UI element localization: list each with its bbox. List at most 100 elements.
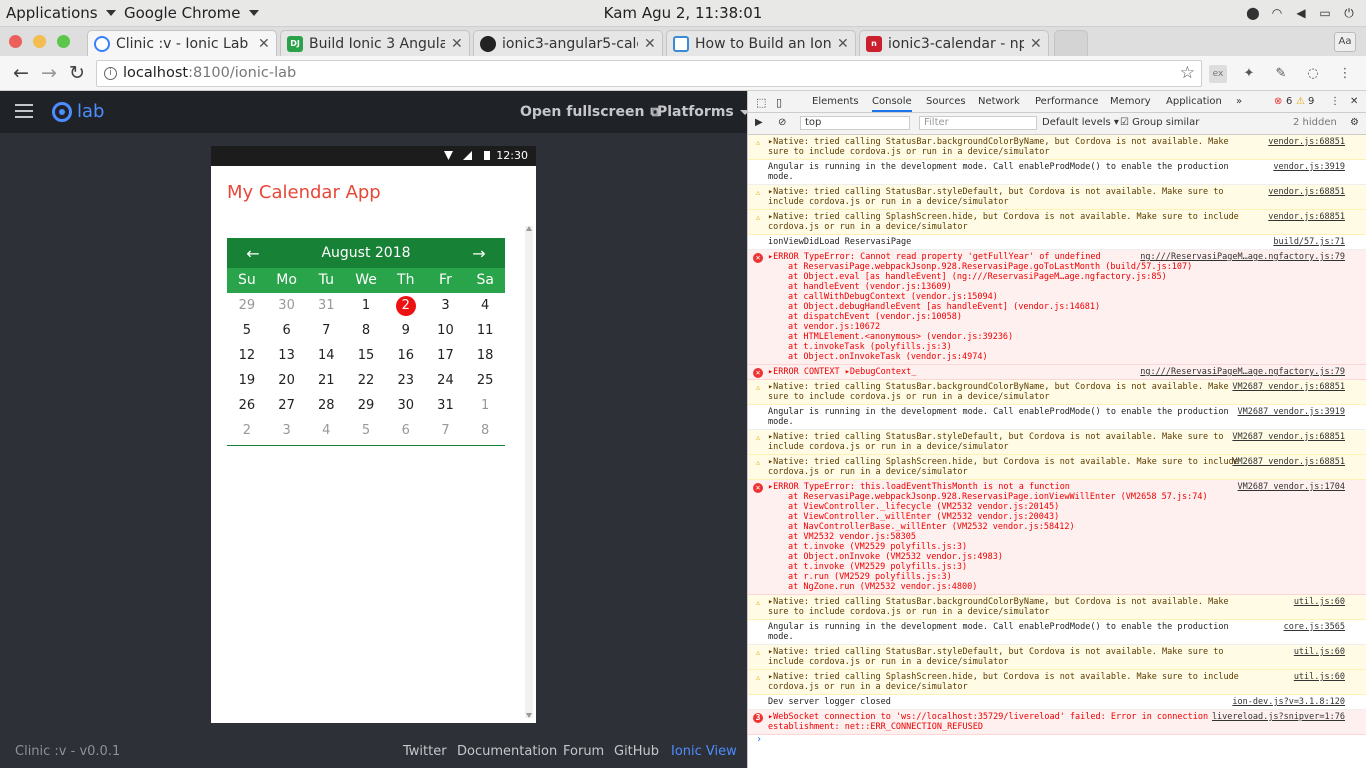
stack-trace-line[interactable]: at NavControllerBase._willEnter (VM2532 … bbox=[768, 522, 1243, 532]
console-message[interactable]: ⚠ ▸Native: tried calling StatusBar.styleD… bbox=[748, 645, 1366, 670]
info-icon[interactable]: i bbox=[104, 67, 117, 80]
stack-trace-line[interactable]: at Object.onInvoke (VM2532 vendor.js:498… bbox=[768, 552, 1243, 562]
console-source-link[interactable]: vendor.js:68851 bbox=[1268, 212, 1345, 222]
calendar-day[interactable]: 11 bbox=[465, 318, 505, 343]
eyedropper-icon[interactable]: ✎ bbox=[1272, 65, 1290, 83]
console-source-link[interactable]: util.js:60 bbox=[1294, 647, 1345, 657]
console-message[interactable]: 3 ▸WebSocket connection to 'ws://localhos… bbox=[748, 710, 1366, 735]
stack-trace-line[interactable]: at ReservasiPage.webpackJsonp.928.Reserv… bbox=[768, 262, 1243, 272]
clock[interactable]: Kam Agu 2, 11:38:01 bbox=[604, 4, 763, 22]
calendar-day[interactable]: 24 bbox=[426, 368, 466, 393]
console-message[interactable]: ✕ ▸ERROR TypeError: this.loadEventThisMon… bbox=[748, 480, 1366, 595]
tab-djamware[interactable]: DJ Build Ionic 3 Angular ✕ bbox=[280, 30, 470, 56]
open-fullscreen-button[interactable]: Open fullscreen ⧉ bbox=[520, 104, 660, 120]
console-source-link[interactable]: VM2687 vendor.js:68851 bbox=[1232, 382, 1345, 392]
console-message[interactable]: ⚠ ▸Native: tried calling StatusBar.backgr… bbox=[748, 595, 1366, 620]
reload-icon[interactable]: ↻ bbox=[66, 62, 88, 84]
calendar-day[interactable]: 13 bbox=[267, 343, 307, 368]
calendar-day[interactable]: 9 bbox=[386, 318, 426, 343]
levels-dropdown[interactable]: Default levels ▾ bbox=[1042, 117, 1119, 128]
calendar-day[interactable]: 29 bbox=[227, 293, 267, 318]
calendar-day[interactable]: 29 bbox=[346, 393, 386, 418]
menu-dots-icon[interactable]: ⋮ bbox=[1336, 65, 1354, 83]
platforms-dropdown[interactable]: Platforms bbox=[657, 104, 750, 120]
stack-trace-line[interactable]: at ViewController._lifecycle (VM2532 ven… bbox=[768, 502, 1243, 512]
calendar-day[interactable]: 12 bbox=[227, 343, 267, 368]
tab-network[interactable]: Network bbox=[978, 96, 1020, 107]
calendar-day[interactable]: 5 bbox=[346, 418, 386, 443]
window-close-button[interactable] bbox=[9, 35, 22, 48]
calendar-day[interactable]: 19 bbox=[227, 368, 267, 393]
footer-link-twitter[interactable]: Twitter bbox=[403, 744, 447, 759]
console-source-link[interactable]: util.js:60 bbox=[1294, 672, 1345, 682]
error-count-icon[interactable]: ⊗ bbox=[1274, 96, 1282, 107]
console-log[interactable]: ⚠ ▸Native: tried calling StatusBar.backgr… bbox=[748, 135, 1366, 768]
stack-trace-line[interactable]: at NgZone.run (VM2532 vendor.js:4800) bbox=[768, 582, 1243, 592]
footer-link-github[interactable]: GitHub bbox=[614, 744, 659, 759]
console-message[interactable]: ⚠ ▸Native: tried calling StatusBar.backgr… bbox=[748, 380, 1366, 405]
tab-sources[interactable]: Sources bbox=[926, 96, 966, 107]
next-month-button[interactable]: → bbox=[469, 244, 489, 263]
window-maximize-button[interactable] bbox=[57, 35, 70, 48]
calendar-day[interactable]: 3 bbox=[267, 418, 307, 443]
angular-extension-icon[interactable]: ✦ bbox=[1240, 65, 1258, 83]
calendar-day[interactable]: 30 bbox=[267, 293, 307, 318]
console-message[interactable]: ⚠ ▸Native: tried calling SplashScreen.hid… bbox=[748, 455, 1366, 480]
menu-icon[interactable] bbox=[15, 104, 33, 118]
power-icon[interactable]: ⏻ bbox=[1342, 6, 1356, 20]
calendar-day[interactable]: 10 bbox=[426, 318, 466, 343]
stack-trace-line[interactable]: at t.invokeTask (polyfills.js:3) bbox=[768, 342, 1243, 352]
stack-trace-line[interactable]: at Object.debugHandleEvent [as handleEve… bbox=[768, 302, 1243, 312]
applications-menu[interactable]: Applications bbox=[6, 4, 116, 22]
console-message[interactable]: Dev server logger closed ion-dev.js?v=3.1… bbox=[748, 695, 1366, 710]
calendar-day[interactable]: 4 bbox=[465, 293, 505, 318]
tab-memory[interactable]: Memory bbox=[1110, 96, 1151, 107]
stack-trace-line[interactable]: at HTMLElement.<anonymous> (vendor.js:39… bbox=[768, 332, 1243, 342]
calendar-day[interactable]: 8 bbox=[346, 318, 386, 343]
device-toggle-icon[interactable]: ▯ bbox=[776, 96, 782, 109]
console-source-link[interactable]: VM2687 vendor.js:3919 bbox=[1238, 407, 1345, 417]
close-icon[interactable]: ✕ bbox=[837, 36, 849, 52]
profile-icon[interactable]: Aa bbox=[1334, 32, 1356, 52]
wifi-icon[interactable]: ◠ bbox=[1270, 6, 1284, 20]
console-source-link[interactable]: core.js:3565 bbox=[1284, 622, 1345, 632]
stack-trace-line[interactable]: at Object.eval [as handleEvent] (ng:///R… bbox=[768, 272, 1243, 282]
back-arrow-icon[interactable]: ← bbox=[10, 62, 32, 84]
devtools-menu-icon[interactable]: ⋮ bbox=[1330, 96, 1340, 107]
console-source-link[interactable]: vendor.js:68851 bbox=[1268, 137, 1345, 147]
more-tabs-icon[interactable]: » bbox=[1236, 96, 1242, 107]
stack-trace-line[interactable]: at ViewController._willEnter (VM2532 ven… bbox=[768, 512, 1243, 522]
calendar-day[interactable]: 18 bbox=[465, 343, 505, 368]
stack-trace-line[interactable]: at vendor.js:10672 bbox=[768, 322, 1243, 332]
console-message[interactable]: Angular is running in the development mo… bbox=[748, 405, 1366, 430]
calendar-day[interactable]: 2 bbox=[386, 293, 426, 318]
footer-link-ionic-view[interactable]: Ionic View bbox=[671, 744, 737, 759]
tab-npm[interactable]: n ionic3-calendar - npm ✕ bbox=[859, 30, 1049, 56]
console-source-link[interactable]: vendor.js:3919 bbox=[1273, 162, 1345, 172]
calendar-day[interactable]: 16 bbox=[386, 343, 426, 368]
stack-trace-line[interactable]: at callWithDebugContext (vendor.js:15094… bbox=[768, 292, 1243, 302]
calendar-day[interactable]: 14 bbox=[306, 343, 346, 368]
calendar-day[interactable]: 31 bbox=[306, 293, 346, 318]
forward-arrow-icon[interactable]: → bbox=[38, 62, 60, 84]
calendar-day[interactable]: 20 bbox=[267, 368, 307, 393]
console-message[interactable]: Angular is running in the development mo… bbox=[748, 160, 1366, 185]
inspect-icon[interactable]: ⬚ bbox=[756, 96, 766, 109]
console-source-link[interactable]: VM2687 vendor.js:68851 bbox=[1232, 432, 1345, 442]
context-select[interactable]: top bbox=[800, 116, 910, 130]
window-minimize-button[interactable] bbox=[33, 35, 46, 48]
scrollbar[interactable] bbox=[525, 226, 533, 718]
tab-ionic-lab[interactable]: Clinic :v - Ionic Lab ✕ bbox=[87, 30, 277, 56]
calendar-day[interactable]: 27 bbox=[267, 393, 307, 418]
console-prompt[interactable]: › bbox=[748, 735, 1366, 745]
calendar-day[interactable]: 26 bbox=[227, 393, 267, 418]
stack-trace-line[interactable]: at t.invoke (VM2529 polyfills.js:3) bbox=[768, 542, 1243, 552]
group-similar-checkbox[interactable]: ☑ Group similar bbox=[1120, 117, 1199, 128]
console-source-link[interactable]: VM2687 vendor.js:68851 bbox=[1232, 457, 1345, 467]
footer-link-forum[interactable]: Forum bbox=[563, 744, 604, 759]
console-message[interactable]: ⚠ ▸Native: tried calling StatusBar.styleD… bbox=[748, 430, 1366, 455]
calendar-day[interactable]: 23 bbox=[386, 368, 426, 393]
close-icon[interactable]: ✕ bbox=[258, 36, 270, 52]
stack-trace-line[interactable]: at t.invoke (VM2529 polyfills.js:3) bbox=[768, 562, 1243, 572]
console-source-link[interactable]: build/57.js:71 bbox=[1273, 237, 1345, 247]
